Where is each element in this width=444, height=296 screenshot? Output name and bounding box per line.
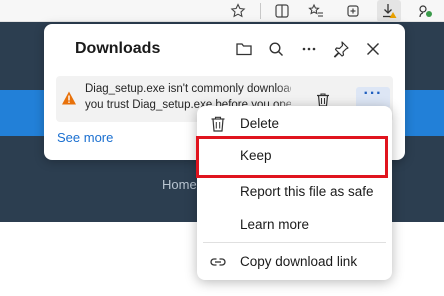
see-more-link[interactable]: See more xyxy=(57,130,113,145)
browser-toolbar xyxy=(0,0,444,22)
download-context-menu: Delete Keep Report this file as safe Lea… xyxy=(197,106,392,280)
link-icon xyxy=(210,258,226,266)
download-item-line1: Diag_setup.exe isn't commonly downloaded… xyxy=(85,83,291,95)
menu-divider xyxy=(203,242,386,243)
keep-highlight-box xyxy=(196,136,388,178)
menu-item-learn-more[interactable]: Learn more xyxy=(197,210,392,240)
favorites-icon[interactable] xyxy=(304,0,328,22)
pin-icon[interactable] xyxy=(329,37,353,61)
downloads-icon[interactable] xyxy=(377,0,401,22)
extension-icon[interactable] xyxy=(413,0,437,22)
menu-item-delete[interactable]: Delete xyxy=(197,109,392,139)
close-icon[interactable] xyxy=(361,37,385,61)
toolbar-separator xyxy=(260,3,261,19)
menu-item-label: Report this file as safe xyxy=(240,184,374,199)
warning-icon xyxy=(62,91,76,105)
collections-icon[interactable] xyxy=(341,0,365,22)
split-screen-icon[interactable] xyxy=(270,0,294,22)
trash-icon xyxy=(211,116,225,132)
menu-item-label: Delete xyxy=(240,116,280,131)
downloads-title: Downloads xyxy=(75,40,161,57)
search-icon[interactable] xyxy=(264,37,288,61)
home-link[interactable]: Home xyxy=(162,177,197,192)
star-icon[interactable] xyxy=(226,0,250,22)
more-options-icon[interactable] xyxy=(297,37,321,61)
menu-item-label: Learn more xyxy=(240,217,310,232)
menu-item-label: Copy download link xyxy=(240,254,358,269)
menu-item-copy-link[interactable]: Copy download link xyxy=(197,247,392,277)
open-folder-icon[interactable] xyxy=(232,37,256,61)
menu-item-report-safe[interactable]: Report this file as safe xyxy=(197,177,392,207)
